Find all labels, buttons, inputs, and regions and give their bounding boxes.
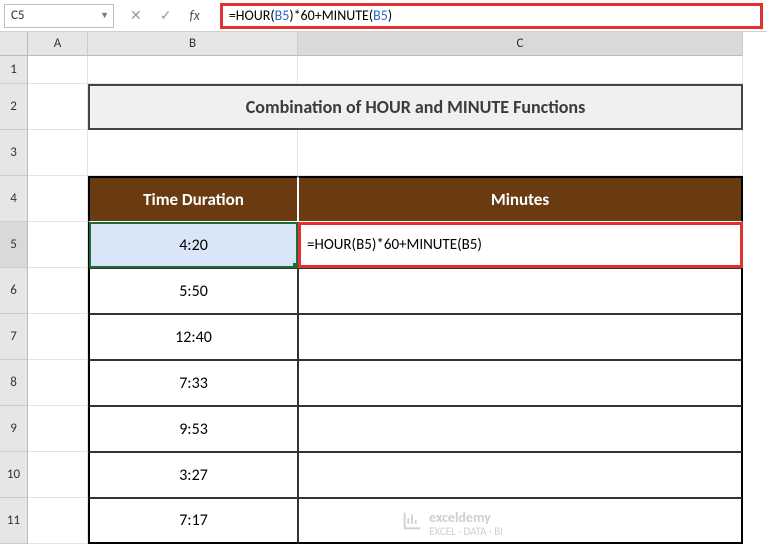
cell-A1[interactable] — [28, 56, 88, 84]
cell-A4[interactable] — [28, 176, 88, 222]
cell-B7[interactable]: 12:40 — [88, 314, 298, 360]
watermark-chart-icon — [401, 510, 423, 538]
formula-bar-input[interactable]: =HOUR(B5)*60+MINUTE(B5) — [220, 3, 763, 29]
header-time[interactable]: Time Duration — [88, 176, 298, 222]
cell-C5[interactable]: =HOUR(B5)*60+MINUTE(B5) — [298, 222, 743, 268]
left-column-wrap: 1 2 3 4 5 6 7 8 9 10 11 — [0, 32, 28, 550]
row-header-11[interactable]: 11 — [0, 498, 28, 544]
cell-C7[interactable] — [298, 314, 743, 360]
cell-B5[interactable]: 4:20 — [88, 222, 298, 268]
cell-A5[interactable] — [28, 222, 88, 268]
cell-C1[interactable] — [298, 56, 743, 84]
select-all-corner[interactable] — [0, 32, 28, 56]
name-box-value: C5 — [11, 8, 25, 23]
col-header-A[interactable]: A — [28, 32, 88, 56]
cell-B9[interactable]: 9:53 — [88, 406, 298, 452]
name-box-dropdown-icon[interactable]: ▼ — [100, 10, 109, 21]
row-header-7[interactable]: 7 — [0, 314, 28, 360]
row-1 — [28, 56, 743, 84]
grid-cells-wrap: A B C Combination of HOUR and MINUTE Fun… — [28, 32, 743, 550]
spreadsheet-grid: 1 2 3 4 5 6 7 8 9 10 11 A B C — [0, 32, 767, 550]
cell-B1[interactable] — [88, 56, 298, 84]
enter-icon[interactable]: ✓ — [160, 7, 172, 24]
cell-C3[interactable] — [298, 130, 743, 176]
row-5: 4:20 =HOUR(B5)*60+MINUTE(B5) — [28, 222, 743, 268]
formula-bar-row: C5 ▼ ✕ ✓ fx =HOUR(B5)*60+MINUTE(B5) — [0, 0, 767, 32]
title-cell[interactable]: Combination of HOUR and MINUTE Functions — [88, 84, 743, 130]
cells-body: Combination of HOUR and MINUTE Functions… — [28, 56, 743, 544]
row-10: 3:27 — [28, 452, 743, 498]
row-4: Time Duration Minutes — [28, 176, 743, 222]
cell-A3[interactable] — [28, 130, 88, 176]
row-header-5[interactable]: 5 — [0, 222, 28, 268]
formula-ref-1: B5 — [275, 7, 290, 24]
formula-text-suffix: ) — [388, 7, 392, 24]
cell-C5-value: =HOUR(B5)*60+MINUTE(B5) — [307, 236, 482, 254]
row-header-2[interactable]: 2 — [0, 84, 28, 130]
fx-icon[interactable]: fx — [189, 7, 199, 24]
cell-C6[interactable] — [298, 268, 743, 314]
col-header-C[interactable]: C — [298, 32, 743, 56]
cell-B10[interactable]: 3:27 — [88, 452, 298, 498]
row-header-4[interactable]: 4 — [0, 176, 28, 222]
cell-C10[interactable] — [298, 452, 743, 498]
row-2: Combination of HOUR and MINUTE Functions — [28, 84, 743, 130]
row-6: 5:50 — [28, 268, 743, 314]
name-box[interactable]: C5 ▼ — [4, 4, 114, 28]
row-3 — [28, 130, 743, 176]
watermark-text: exceldemy EXCEL · DATA · BI — [429, 511, 503, 537]
cell-B3[interactable] — [88, 130, 298, 176]
cell-B8[interactable]: 7:33 — [88, 360, 298, 406]
row-9: 9:53 — [28, 406, 743, 452]
watermark-tagline: EXCEL · DATA · BI — [429, 526, 503, 538]
cell-C11[interactable] — [298, 498, 743, 544]
row-11: 7:17 — [28, 498, 743, 544]
cell-C9[interactable] — [298, 406, 743, 452]
row-header-3[interactable]: 3 — [0, 130, 28, 176]
column-headers: A B C — [28, 32, 743, 56]
header-minutes[interactable]: Minutes — [298, 176, 743, 222]
cell-A9[interactable] — [28, 406, 88, 452]
formula-text-prefix: =HOUR( — [229, 7, 275, 24]
formula-bar-controls: ✕ ✓ fx — [114, 7, 220, 24]
col-header-B[interactable]: B — [88, 32, 298, 56]
cell-B11[interactable]: 7:17 — [88, 498, 298, 544]
row-header-6[interactable]: 6 — [0, 268, 28, 314]
cell-A2[interactable] — [28, 84, 88, 130]
row-header-8[interactable]: 8 — [0, 360, 28, 406]
watermark-brand: exceldemy — [429, 511, 503, 526]
cell-C8[interactable] — [298, 360, 743, 406]
row-8: 7:33 — [28, 360, 743, 406]
cell-B5-value: 4:20 — [179, 236, 208, 255]
formula-ref-2: B5 — [373, 7, 388, 24]
cell-B6[interactable]: 5:50 — [88, 268, 298, 314]
cell-A10[interactable] — [28, 452, 88, 498]
row-header-10[interactable]: 10 — [0, 452, 28, 498]
cell-A8[interactable] — [28, 360, 88, 406]
row-header-9[interactable]: 9 — [0, 406, 28, 452]
row-7: 12:40 — [28, 314, 743, 360]
row-headers: 1 2 3 4 5 6 7 8 9 10 11 — [0, 56, 28, 544]
cell-A7[interactable] — [28, 314, 88, 360]
cancel-icon[interactable]: ✕ — [130, 7, 142, 24]
formula-text-mid: )*60+MINUTE( — [289, 7, 373, 24]
cell-A11[interactable] — [28, 498, 88, 544]
cell-A6[interactable] — [28, 268, 88, 314]
watermark: exceldemy EXCEL · DATA · BI — [401, 510, 503, 538]
row-header-1[interactable]: 1 — [0, 56, 28, 84]
